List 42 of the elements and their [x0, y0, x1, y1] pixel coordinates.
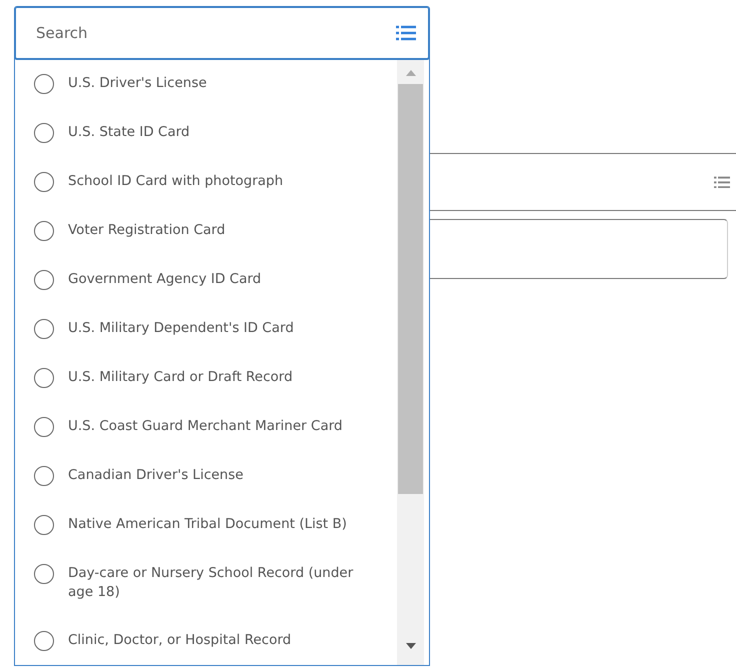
radio-button[interactable]	[34, 74, 54, 94]
option-label: U.S. Military Dependent's ID Card	[68, 319, 294, 338]
option-label: Native American Tribal Document (List B)	[68, 515, 347, 534]
option-item[interactable]: Native American Tribal Document (List B)	[15, 501, 397, 550]
option-label: School ID Card with photograph	[68, 172, 284, 191]
radio-button[interactable]	[34, 631, 54, 651]
option-item[interactable]: Voter Registration Card	[15, 207, 397, 256]
option-item[interactable]: U.S. State ID Card	[15, 109, 397, 158]
radio-button[interactable]	[34, 270, 54, 290]
option-item[interactable]: Government Agency ID Card	[15, 256, 397, 305]
scrollbar[interactable]	[397, 60, 424, 665]
option-item[interactable]: U.S. Coast Guard Merchant Mariner Card	[15, 403, 397, 452]
option-item[interactable]: Canadian Driver's License	[15, 452, 397, 501]
radio-button[interactable]	[34, 417, 54, 437]
scroll-down-icon[interactable]	[406, 643, 416, 649]
radio-button[interactable]	[34, 564, 54, 584]
option-item[interactable]: School ID Card with photograph	[15, 158, 397, 207]
option-label: U.S. Coast Guard Merchant Mariner Card	[68, 417, 342, 436]
radio-button[interactable]	[34, 319, 54, 339]
radio-button[interactable]	[34, 123, 54, 143]
option-item[interactable]: Clinic, Doctor, or Hospital Record	[15, 617, 397, 665]
option-label: U.S. Driver's License	[68, 74, 207, 93]
option-label: Clinic, Doctor, or Hospital Record	[68, 631, 292, 650]
option-label: U.S. Military Card or Draft Record	[68, 368, 293, 387]
search-field[interactable]: Search	[15, 7, 429, 60]
option-item[interactable]: U.S. Military Dependent's ID Card	[15, 305, 397, 354]
option-label: Day-care or Nursery School Record (under age 18)	[68, 564, 354, 602]
option-label: Government Agency ID Card	[68, 270, 262, 289]
option-label: Canadian Driver's License	[68, 466, 244, 485]
option-item[interactable]: Day-care or Nursery School Record (under age 18)	[15, 550, 397, 617]
radio-button[interactable]	[34, 515, 54, 535]
radio-button[interactable]	[34, 466, 54, 486]
radio-button[interactable]	[34, 368, 54, 388]
list-icon[interactable]	[396, 25, 416, 41]
option-item[interactable]: U.S. Military Card or Draft Record	[15, 354, 397, 403]
option-label: U.S. State ID Card	[68, 123, 190, 142]
option-label: Voter Registration Card	[68, 221, 226, 240]
radio-button[interactable]	[34, 221, 54, 241]
radio-button[interactable]	[34, 172, 54, 192]
option-item[interactable]: U.S. Driver's License	[15, 60, 397, 109]
list-icon[interactable]	[714, 176, 730, 188]
scroll-thumb[interactable]	[398, 84, 423, 494]
